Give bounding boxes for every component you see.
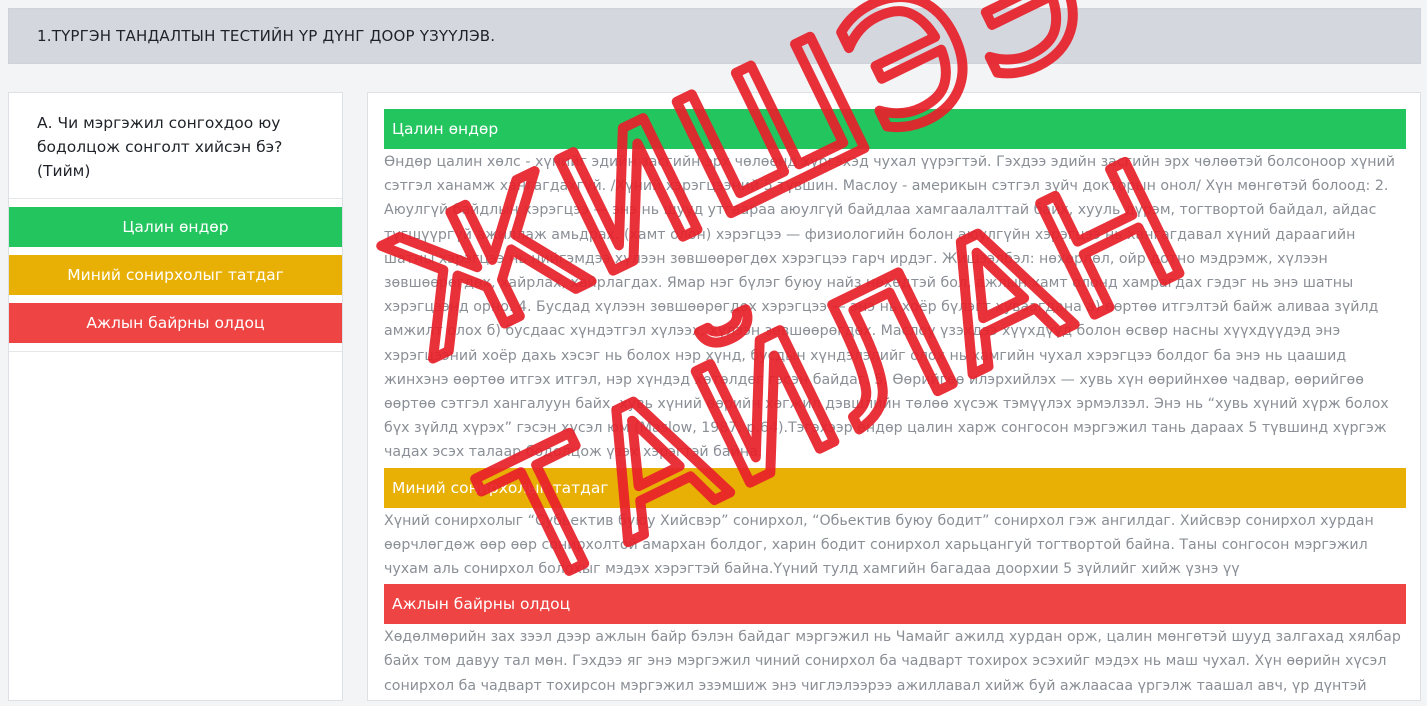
result-panel: Цалин өндөр Өндөр цалин хөлс - хүнийг эд… [367,92,1421,701]
question-panel: А. Чи мэргэжил сонгохдоо юу бодолцож сон… [8,92,343,701]
section-text-interest: Хүний сонирхолыг “Субьектив буюу Хийсвэр… [384,512,1374,578]
section-title-job-availability: Ажлын байрны олдоц [384,584,1406,625]
section-title-interest: Миний сонирхолыг татдаг [384,467,1406,508]
question-text: А. Чи мэргэжил сонгохдоо юу бодолцож сон… [9,93,342,199]
page-header: 1.ТҮРГЭН ТАНДАЛТЫН ТЕСТИЙН ҮР ДҮНГ ДООР … [8,8,1421,64]
section-text-job-availability: Хөдөлмөрийн зах зээл дээр ажлын байр бэл… [384,629,1401,694]
option-interest-button[interactable]: Миний сонирхолыг татдаг [9,255,342,295]
option-high-salary-button[interactable]: Цалин өндөр [9,207,342,247]
page-title: 1.ТҮРГЭН ТАНДАЛТЫН ТЕСТИЙН ҮР ДҮНГ ДООР … [37,27,496,45]
option-job-availability-button[interactable]: Ажлын байрны олдоц [9,303,342,343]
divider [9,351,342,352]
section-text-high-salary: Өндөр цалин хөлс - хүнийг эдийн засгийн … [384,154,1395,461]
section-title-high-salary: Цалин өндөр [384,109,1406,149]
